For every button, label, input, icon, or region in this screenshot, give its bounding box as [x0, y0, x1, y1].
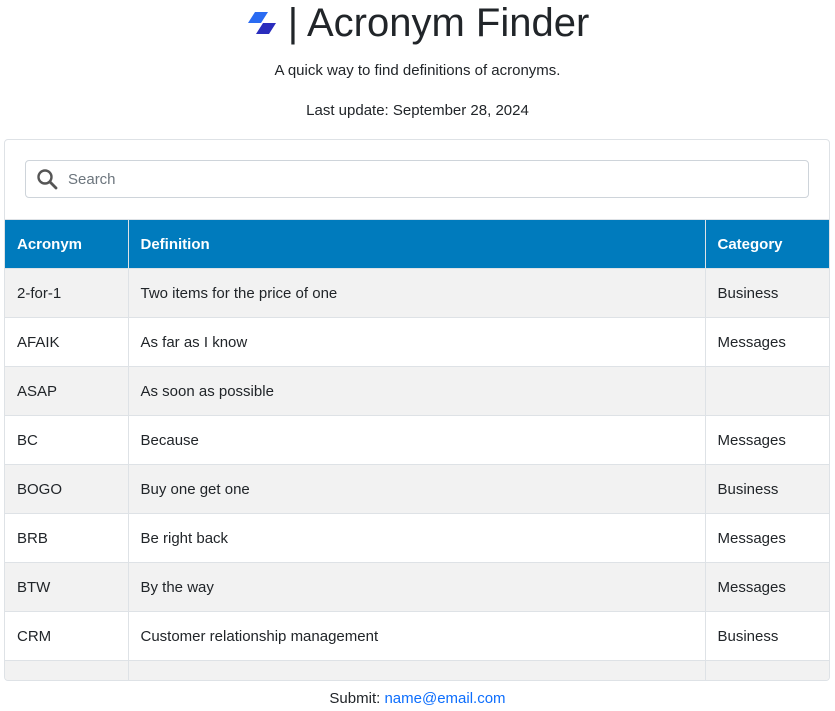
category-cell: Business — [705, 611, 829, 661]
search-box[interactable] — [25, 160, 809, 198]
acronym-cell: AFAIK — [5, 317, 129, 367]
category-cell — [705, 660, 829, 680]
category-cell: Messages — [705, 562, 829, 612]
definition-cell: Because — [128, 415, 706, 465]
page-title: | Acronym Finder — [287, 1, 590, 45]
acronym-cell: BOGO — [5, 464, 129, 514]
definition-cell — [128, 660, 706, 680]
table-row[interactable]: BRB Be right back Messages — [5, 513, 829, 563]
definition-cell: Buy one get one — [128, 464, 706, 514]
acronym-card: Acronym Definition Category 2-for-1 Two … — [4, 139, 830, 681]
column-header-acronym[interactable]: Acronym — [5, 219, 129, 269]
acronym-cell: ASAP — [5, 366, 129, 416]
page-footer: Submit: name@email.com — [0, 690, 835, 707]
submit-label: Submit: — [329, 690, 381, 707]
acronym-cell: BC — [5, 415, 129, 465]
definition-cell: As far as I know — [128, 317, 706, 367]
category-cell: Messages — [705, 513, 829, 563]
category-cell — [705, 366, 829, 416]
logo-icon — [247, 12, 276, 34]
acronym-cell: CRM — [5, 611, 129, 661]
category-cell: Messages — [705, 415, 829, 465]
acronym-cell — [5, 660, 129, 680]
search-icon — [37, 169, 58, 190]
acronym-cell: 2-for-1 — [5, 268, 129, 318]
acronym-cell: BRB — [5, 513, 129, 563]
category-cell: Business — [705, 464, 829, 514]
definition-cell: By the way — [128, 562, 706, 612]
definition-cell: Be right back — [128, 513, 706, 563]
page-subtitle: A quick way to find definitions of acron… — [274, 62, 561, 79]
category-cell: Messages — [705, 317, 829, 367]
category-cell: Business — [705, 268, 829, 318]
definition-cell: As soon as possible — [128, 366, 706, 416]
table-row[interactable]: BTW By the way Messages — [5, 562, 829, 612]
table-row[interactable]: CRM Customer relationship management Bus… — [5, 611, 829, 661]
definition-cell: Two items for the price of one — [128, 268, 706, 318]
search-input[interactable] — [66, 169, 770, 189]
table-row[interactable]: BOGO Buy one get one Business — [5, 464, 829, 514]
table-row[interactable]: 2-for-1 Two items for the price of one B… — [5, 268, 829, 318]
last-update-text: Last update: September 28, 2024 — [306, 102, 529, 119]
title-row: | Acronym Finder — [0, 0, 835, 46]
column-header-category[interactable]: Category — [705, 219, 829, 269]
table-row-partial[interactable] — [5, 660, 829, 680]
acronym-cell: BTW — [5, 562, 129, 612]
column-header-definition[interactable]: Definition — [128, 219, 706, 269]
table-row[interactable]: ASAP As soon as possible — [5, 366, 829, 416]
table-row[interactable]: AFAIK As far as I know Messages — [5, 317, 829, 367]
submit-email-link[interactable]: name@email.com — [384, 690, 505, 707]
table-row[interactable]: BC Because Messages — [5, 415, 829, 465]
acronym-table: Acronym Definition Category 2-for-1 Two … — [5, 219, 829, 680]
definition-cell: Customer relationship management — [128, 611, 706, 661]
table-header-row: Acronym Definition Category — [5, 219, 829, 269]
